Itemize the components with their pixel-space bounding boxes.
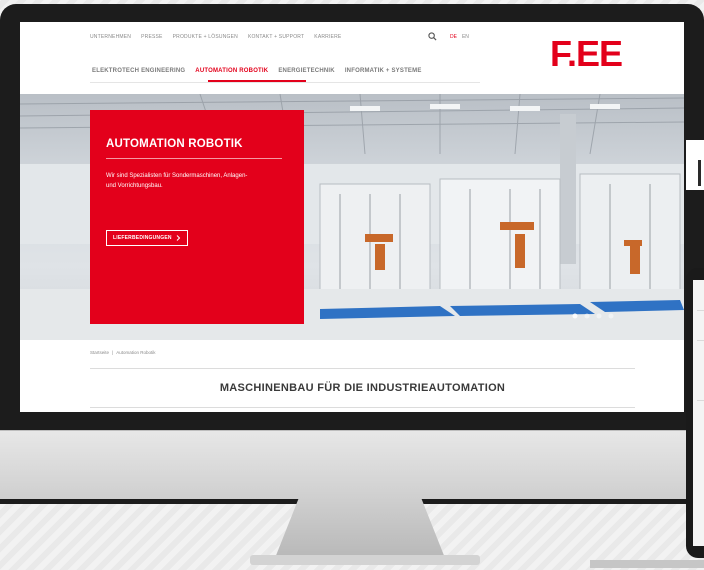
mainnav-item-informatik[interactable]: INFORMATIK + SYSTEME xyxy=(345,68,422,77)
hero-title: AUTOMATION ROBOTIK xyxy=(106,138,243,150)
hero-cta-button[interactable]: LIEFERBEDINGUNGEN xyxy=(106,230,188,246)
breadcrumb-separator: | xyxy=(112,350,114,355)
mainnav-item-automation[interactable]: AUTOMATION ROBOTIK xyxy=(195,68,268,77)
chevron-right-icon xyxy=(176,235,180,241)
tablet-line xyxy=(697,310,704,311)
tablet-edge xyxy=(686,140,704,190)
hero-cta-label: LIEFERBEDINGUNGEN xyxy=(113,235,172,241)
breadcrumb-home[interactable]: Startseite xyxy=(90,350,109,355)
tablet-device xyxy=(686,268,704,558)
mainnav-item-elektrotech[interactable]: ELEKTROTECH ENGINEERING xyxy=(92,68,185,77)
page-headline: MASCHINENBAU FÜR DIE INDUSTRIEAUTOMATION xyxy=(219,382,506,394)
top-navigation: UNTERNEHMEN PRESSE PRODUKTE + LÖSUNGEN K… xyxy=(90,34,341,40)
topnav-item-karriere[interactable]: KARRIERE xyxy=(314,34,341,40)
tablet-edge-bar xyxy=(698,160,701,186)
topnav-item-unternehmen[interactable]: UNTERNEHMEN xyxy=(90,34,131,40)
hero-divider xyxy=(106,158,282,159)
language-switch: DE EN xyxy=(450,34,469,40)
browser-screen: UNTERNEHMEN PRESSE PRODUKTE + LÖSUNGEN K… xyxy=(20,22,684,412)
brand-logo[interactable]: F.EE xyxy=(550,36,623,72)
breadcrumb: Startseite | Automation Robotik xyxy=(90,350,155,355)
device-base xyxy=(590,560,704,568)
nav-active-indicator xyxy=(208,80,306,82)
main-navigation: ELEKTROTECH ENGINEERING AUTOMATION ROBOT… xyxy=(92,68,422,77)
tablet-screen xyxy=(693,280,704,546)
lang-en[interactable]: EN xyxy=(462,34,469,40)
hero-teaser-box: AUTOMATION ROBOTIK Wir sind Spezialisten… xyxy=(90,110,304,324)
search-icon[interactable] xyxy=(428,32,437,41)
breadcrumb-current: Automation Robotik xyxy=(116,350,156,355)
nav-divider xyxy=(90,82,480,83)
tablet-line xyxy=(697,340,704,341)
headline-rule-bottom xyxy=(90,407,635,408)
topnav-item-produkte[interactable]: PRODUKTE + LÖSUNGEN xyxy=(173,34,238,40)
topnav-item-kontakt[interactable]: KONTAKT + SUPPORT xyxy=(248,34,304,40)
topnav-item-presse[interactable]: PRESSE xyxy=(141,34,163,40)
mainnav-item-energietechnik[interactable]: ENERGIETECHNIK xyxy=(278,68,334,77)
tablet-line xyxy=(697,400,704,401)
hero-text: Wir sind Spezialisten für Sondermaschine… xyxy=(106,173,248,189)
lang-de[interactable]: DE xyxy=(450,34,457,40)
monitor-stand xyxy=(275,498,445,558)
monitor-stand-base xyxy=(250,555,480,565)
monitor-chin xyxy=(0,430,704,499)
headline-rule-top xyxy=(90,368,635,369)
